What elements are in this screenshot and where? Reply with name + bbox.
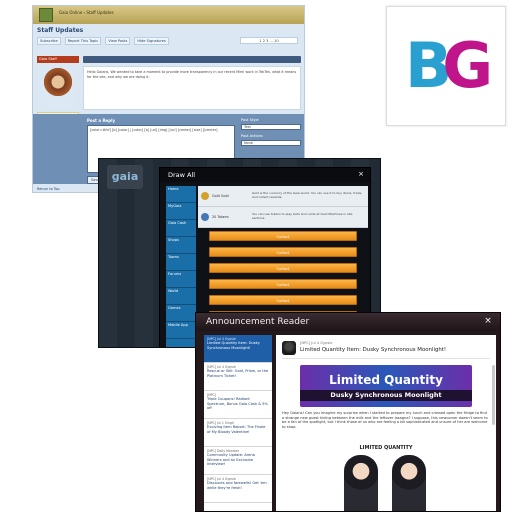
tab-report[interactable]: Report This Topic xyxy=(64,37,102,45)
character-art xyxy=(336,455,436,511)
tokens-info-row: 20 Tokens You can use tokens to play slo… xyxy=(198,207,368,228)
item-title: Triple Coupons! Radiant Spectrum, Bonus … xyxy=(207,397,268,411)
topic-tabs: Subscribe Report This Topic View Posts H… xyxy=(37,37,169,45)
collect-button[interactable]: Collect xyxy=(209,295,357,305)
author-name[interactable]: Gaia Staff xyxy=(37,56,79,63)
collect-button[interactable]: Collect xyxy=(209,279,357,289)
item-title: Community Update: Arena Winners and an E… xyxy=(207,453,255,467)
collect-row: Collect xyxy=(198,228,368,244)
gaia-brand-logo[interactable]: gaia xyxy=(107,165,143,189)
category-forums[interactable]: Forums xyxy=(166,271,196,288)
post-style-label: Post Style xyxy=(241,118,259,122)
limited-quantity-banner: Limited Quantity Dusky Synchronous Moonl… xyxy=(300,365,472,407)
category-mygaia[interactable]: MyGaia xyxy=(166,203,196,220)
category-column: Home MyGaia Gaia Cash Shops Towns Forums World… xyxy=(166,186,196,347)
post-style-select[interactable]: Text xyxy=(241,124,301,130)
announcement-reader-screenshot: Announcement Reader × [NPC] Jul 4 Gypsie… xyxy=(195,312,501,512)
announcement-title: Limited Quantity Item: Dusky Synchronous… xyxy=(300,347,447,353)
announcement-list-item[interactable]: [NPC] Jul 4 Gypsie Discounts and farewell… xyxy=(204,475,272,503)
announcement-list-item[interactable]: [NPC] Jul 4 Gypsie Rescue or Sell: Gold, … xyxy=(204,363,272,391)
npc-avatar-icon xyxy=(282,341,296,355)
pagination[interactable]: 1 2 3 ... 10 xyxy=(240,37,298,44)
tab-hide-signatures[interactable]: Hide Signatures xyxy=(134,37,169,45)
reader-window-title: Announcement Reader xyxy=(196,313,500,331)
collect-row: Collect xyxy=(198,244,368,260)
announcement-meta: [NPC] Jul 4 Gypsie xyxy=(300,341,333,345)
announcement-body: Hey Gaians! Can you imagine my surprise … xyxy=(282,411,488,429)
collect-row: Collect xyxy=(198,292,368,308)
collect-row: Collect xyxy=(198,260,368,276)
close-icon[interactable]: × xyxy=(356,170,366,178)
gaia-logo-icon[interactable] xyxy=(39,8,53,22)
announcement-list-item[interactable]: [NPC] Jul 4 Gypsie Limited Quantity Item:… xyxy=(204,335,272,363)
gold-info-row: Gold Gold Gold is the currency of the Ga… xyxy=(198,186,368,207)
item-title: Evolving Item Report: The Finale of My B… xyxy=(207,425,266,434)
category-shops[interactable]: Shops xyxy=(166,237,196,254)
tab-view-posts[interactable]: View Posts xyxy=(105,37,131,45)
announcement-list: [NPC] Jul 4 Gypsie Limited Quantity Item:… xyxy=(204,335,272,511)
banner-headline: Limited Quantity xyxy=(329,373,443,387)
collect-button[interactable]: Collect xyxy=(209,231,357,241)
close-icon[interactable]: × xyxy=(482,316,494,326)
bg-logo-icon: BG xyxy=(405,33,493,99)
gold-coin-icon xyxy=(201,192,209,200)
collect-button[interactable]: Collect xyxy=(209,263,357,273)
announcement-content: [NPC] Jul 4 Gypsie Limited Quantity Item… xyxy=(276,335,496,511)
tokens-description: You can use tokens to play slots and car… xyxy=(252,212,353,220)
breadcrumb[interactable]: Gaia Online › Staff Updates xyxy=(59,10,114,15)
category-games[interactable]: Games xyxy=(166,305,196,322)
category-gaia-cash[interactable]: Gaia Cash xyxy=(166,220,196,237)
post-body: Hello Gaians, We wanted to take a moment… xyxy=(83,66,301,110)
logo-letter-g: G xyxy=(442,29,493,102)
character-figure xyxy=(392,455,426,511)
bg-logo-tile: BG xyxy=(386,6,506,126)
announcement-list-item[interactable]: [NPC] Triple Coupons! Radiant Spectrum, B… xyxy=(204,391,272,419)
gold-label: Gold Gold xyxy=(212,194,229,198)
category-world[interactable]: World xyxy=(166,288,196,305)
post-actions-label: Post Actions xyxy=(241,134,263,138)
character-figure xyxy=(344,455,378,511)
tokens-label: 20 Tokens xyxy=(212,215,229,219)
token-icon xyxy=(201,213,209,221)
announcement-list-item[interactable]: [NPC] Jul 1 Singh Evolving Item Report: T… xyxy=(204,419,272,447)
collect-button[interactable]: Collect xyxy=(209,247,357,257)
collect-row: Collect xyxy=(198,276,368,292)
dialog-title: Draw All xyxy=(160,168,370,182)
banner-item-name: Dusky Synchronous Moonlight xyxy=(300,390,472,401)
page-title: Staff Updates xyxy=(37,27,84,34)
item-title: Rescue or Sell: Gold, Prism, or the Plat… xyxy=(207,369,269,378)
section-heading: LIMITED QUANTITY xyxy=(359,445,413,451)
tab-subscribe[interactable]: Subscribe xyxy=(37,37,61,45)
item-title: Limited Quantity Item: Dusky Synchronous… xyxy=(207,341,260,350)
item-title: Discounts and farewells! Get 'em while t… xyxy=(207,481,267,490)
logo-letter-b: B xyxy=(405,29,452,102)
avatar[interactable] xyxy=(41,68,75,108)
scrollbar[interactable] xyxy=(492,365,495,425)
forum-header: Gaia Online › Staff Updates xyxy=(33,6,304,24)
announcement-header: [NPC] Jul 4 Gypsie Limited Quantity Item… xyxy=(282,339,490,359)
gold-description: Gold is the currency of the Gaia world. … xyxy=(252,191,363,199)
announcement-list-item[interactable]: [NPC] Daily Monster Community Update: Are… xyxy=(204,447,272,475)
reply-title: Post a Reply xyxy=(87,118,116,123)
post-header-bar xyxy=(83,56,301,63)
category-mobile-app[interactable]: Mobile App xyxy=(166,322,196,339)
category-home[interactable]: Home xyxy=(166,186,196,203)
reply-options: Post Style Text Post Actions None xyxy=(241,118,301,150)
post-actions-select[interactable]: None xyxy=(241,140,301,146)
category-towns[interactable]: Towns xyxy=(166,254,196,271)
